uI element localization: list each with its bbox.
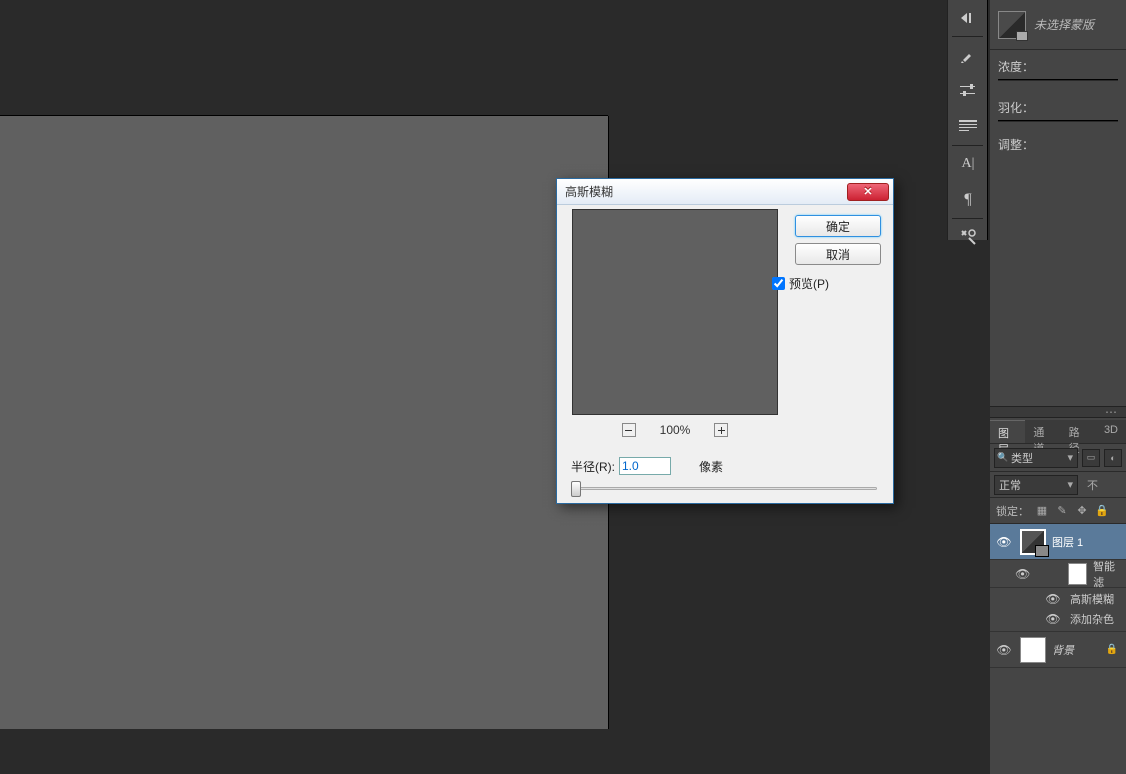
preview-checkbox-row[interactable]: 预览(P) (772, 275, 829, 292)
tools-icon[interactable] (948, 219, 988, 255)
layer-row-background[interactable]: 👁 背景 🔒 (990, 632, 1126, 668)
dialog-titlebar[interactable]: 高斯模糊 ✕ (557, 179, 893, 205)
lock-icon: 🔒 (1106, 644, 1118, 655)
layer-name[interactable]: 图层 1 (1052, 534, 1083, 550)
cancel-button[interactable]: 取消 (795, 243, 881, 265)
ok-button[interactable]: 确定 (795, 215, 881, 237)
smart-filters-label: 智能滤 (1093, 558, 1122, 590)
filter-name: 高斯模糊 (1070, 591, 1114, 607)
paragraph-styles-icon[interactable] (948, 109, 988, 145)
visibility-icon[interactable]: 👁 (1044, 612, 1062, 626)
lock-transparency-icon[interactable]: ▦ (1035, 504, 1049, 517)
visibility-icon[interactable]: 👁 (1014, 567, 1032, 581)
preview-checkbox-label: 预览(P) (789, 275, 829, 292)
mask-unselected-label: 未选择蒙版 (1034, 16, 1094, 33)
close-icon: ✕ (863, 185, 872, 198)
density-label: 浓度： (998, 58, 1118, 75)
filter-row-addnoise[interactable]: 👁 添加杂色 (990, 610, 1126, 632)
feather-label: 羽化： (998, 99, 1118, 116)
zoom-in-button[interactable] (714, 423, 728, 437)
mask-thumbnail[interactable] (998, 11, 1026, 39)
layer-name[interactable]: 背景 (1052, 642, 1074, 658)
collapsed-panel-strip: A| ¶ (947, 0, 988, 240)
radius-unit: 像素 (699, 458, 723, 475)
layer-thumbnail[interactable] (1020, 529, 1046, 555)
tab-3d[interactable]: 3D (1096, 420, 1126, 443)
lock-label: 锁定： (996, 503, 1029, 519)
slider-thumb[interactable] (571, 481, 581, 497)
radius-input[interactable] (619, 457, 671, 475)
zoom-out-button[interactable] (622, 423, 636, 437)
filter-adjust-icon[interactable]: ◐ (1104, 449, 1122, 467)
filter-preview[interactable] (572, 209, 778, 415)
dialog-title: 高斯模糊 (565, 183, 613, 200)
layer-row[interactable]: 👁 图层 1 (990, 524, 1126, 560)
layer-filter-kind[interactable]: 类型 (994, 448, 1078, 468)
feather-slider[interactable] (998, 120, 1118, 122)
density-slider[interactable] (998, 79, 1118, 81)
canvas[interactable] (0, 116, 608, 729)
visibility-icon[interactable]: 👁 (1044, 592, 1062, 606)
lock-brush-icon[interactable]: ✎ (1055, 504, 1069, 517)
panel-tabs: 图层 通道 路径 3D (990, 420, 1126, 444)
radius-slider[interactable] (571, 481, 877, 499)
filter-name: 添加杂色 (1070, 611, 1114, 627)
tab-layers[interactable]: 图层 (990, 420, 1025, 443)
filter-row-gaussian[interactable]: 👁 高斯模糊 (990, 588, 1126, 610)
lock-move-icon[interactable]: ✥ (1075, 504, 1089, 517)
paragraph-icon[interactable]: ¶ (948, 182, 988, 218)
gaussian-blur-dialog: 高斯模糊 ✕ 100% 确定 取消 预览(P) 半径(R): 像素 (556, 178, 894, 504)
sliders-icon[interactable] (948, 73, 988, 109)
smart-filters-mask[interactable] (1068, 563, 1088, 585)
lock-row: 锁定： ▦ ✎ ✥ 🔒 (990, 498, 1126, 524)
close-button[interactable]: ✕ (847, 183, 889, 201)
layers-panel: 图层 通道 路径 3D 类型 ▭ ◐ 正常 不 锁定： ▦ ✎ ✥ 🔒 👁 图层… (990, 420, 1126, 774)
character-icon[interactable]: A| (948, 146, 988, 182)
zoom-value: 100% (660, 423, 691, 437)
expand-icon[interactable] (948, 0, 988, 36)
tab-channels[interactable]: 通道 (1025, 420, 1060, 443)
panel-collapse-grip[interactable] (990, 406, 1126, 418)
smart-filters-row[interactable]: 👁 智能滤 (990, 560, 1126, 588)
opacity-label: 不 (1087, 477, 1098, 493)
tab-paths[interactable]: 路径 (1061, 420, 1096, 443)
lock-all-icon[interactable]: 🔒 (1095, 504, 1109, 517)
brush-icon[interactable] (948, 37, 988, 73)
blend-mode-dropdown[interactable]: 正常 (994, 475, 1078, 495)
mask-panel: 未选择蒙版 (990, 0, 1126, 50)
layer-thumbnail[interactable] (1020, 637, 1046, 663)
adjustments-label: 调整： (998, 138, 1034, 152)
preview-checkbox[interactable] (772, 277, 785, 290)
visibility-icon[interactable]: 👁 (994, 535, 1014, 549)
filter-pixel-icon[interactable]: ▭ (1082, 449, 1100, 467)
visibility-icon[interactable]: 👁 (994, 643, 1014, 657)
radius-label: 半径(R): (571, 458, 615, 475)
